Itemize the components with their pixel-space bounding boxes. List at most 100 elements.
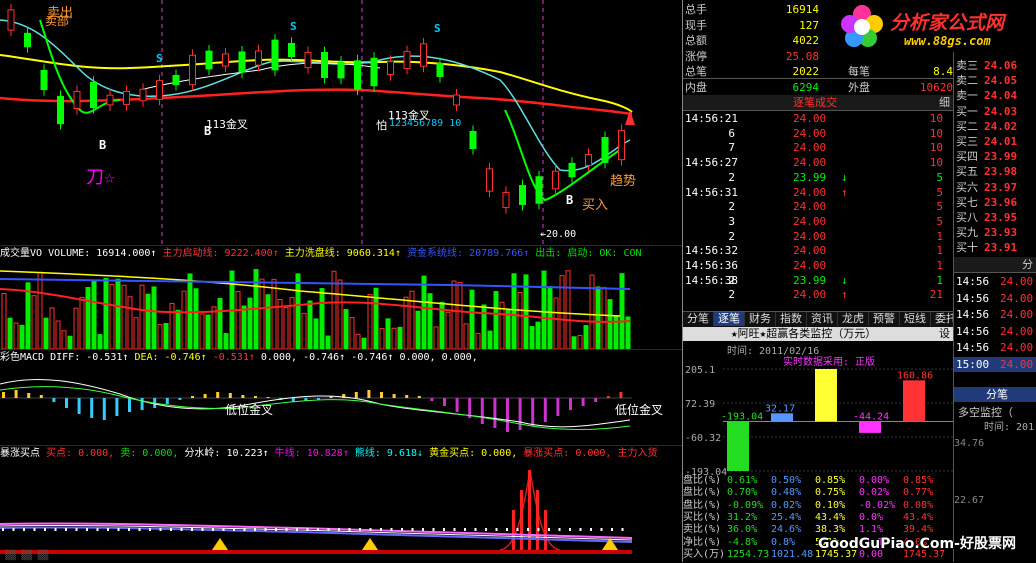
- volume-value: VOLUME: 16914.000↑: [48, 248, 157, 259]
- side-fenbi-bar[interactable]: 分笔: [954, 387, 1036, 402]
- dot-mark: [233, 528, 235, 531]
- tick-price: 24.00: [793, 288, 827, 302]
- macd-bar: [543, 398, 547, 422]
- dot-mark: [96, 528, 99, 531]
- order-book-row: 买八 23.95: [954, 210, 1036, 225]
- tick-volume: 10: [929, 126, 943, 140]
- candle-body: [519, 185, 526, 205]
- low-golden-cross: 低位金叉: [615, 403, 664, 417]
- flower-logo-icon: [841, 5, 883, 47]
- volume-bar: [175, 309, 181, 349]
- watermark-bottom: ▒▒ ▒▒ ▒▒: [5, 551, 49, 561]
- volume-bar: [511, 273, 517, 349]
- wash-line-value: 主力洗盘线: 9060.314↑: [284, 248, 401, 259]
- dot-mark: [464, 528, 466, 531]
- monitor-settings[interactable]: 设: [939, 327, 950, 341]
- main-kline-panel[interactable]: 卖出 卖部 刀☆ 113金叉 113金叉 123456789 10 怕 B B …: [0, 0, 682, 244]
- tick-volume: 1: [936, 273, 943, 287]
- monitor-stat-value: 31.2%: [727, 511, 758, 523]
- monitor-stat-row: 买比(%) 31.2% 25.4% 43.4% 0.0% 43.4%: [683, 512, 953, 524]
- tick-row: 14:56:32 24.00 1: [683, 243, 953, 258]
- tick-row: 14:56:31 24.00 ↑ 5: [683, 185, 953, 200]
- gold-buy-value: 黄金买点: 0.000,: [429, 448, 518, 459]
- dot-mark: [548, 528, 550, 531]
- volume-bar: [271, 278, 277, 349]
- tick-price: 24.00: [793, 244, 827, 258]
- main-entry-value: 主力入货: [617, 448, 658, 459]
- monitor-stat-value: 43.4%: [903, 511, 934, 523]
- monitor-panel[interactable]: ★阿旺★超赢各类监控（万元） 设 时间: 2011/02/16 实时数据采用: …: [683, 327, 953, 562]
- buy-point-value: 买点: 0.000,: [46, 448, 115, 459]
- monitor-stat-value: 0.02%: [771, 499, 802, 511]
- volume-bar: [295, 273, 301, 349]
- buy-marker-icon: [212, 538, 228, 550]
- order-price: 24.04: [984, 89, 1018, 103]
- candle-body: [73, 90, 81, 110]
- tab-fenbi[interactable]: 分笔: [683, 312, 714, 326]
- monitor-bar-label: 32.17: [765, 403, 795, 414]
- volume-bar: [595, 286, 601, 349]
- volume-bar: [49, 307, 55, 349]
- brand-logo: 分析家公式网 www.88gs.com: [838, 2, 1036, 52]
- macd-bar: [39, 395, 43, 398]
- side-row: 14:56 24.00: [954, 340, 1036, 355]
- volume-bar: [535, 321, 541, 349]
- dot-mark: [474, 528, 477, 531]
- volume-bar: [139, 284, 145, 349]
- macd-value: -0.746↑: [351, 352, 394, 363]
- macd-bar: [203, 394, 207, 398]
- bull-line-value: 牛线: 10.828↑: [274, 448, 349, 459]
- buy-signal: B: [566, 193, 574, 207]
- surge-buy-panel[interactable]: 暴涨买点 买点: 0.000, 卖: 0.000, 分水岭: 10.223↑ 牛…: [0, 445, 682, 563]
- candle-body: [24, 32, 31, 48]
- volume-bar: [397, 326, 403, 349]
- side-row: 14:56 24.00: [954, 307, 1036, 322]
- tab-short-term[interactable]: 短线: [900, 312, 931, 326]
- tab-dragon-tiger[interactable]: 龙虎: [838, 312, 869, 326]
- volume-bar: [151, 286, 157, 349]
- dot-mark: [506, 528, 508, 531]
- macd-bar: [531, 398, 535, 426]
- indicator-name: 成交量VO: [0, 248, 43, 259]
- tab-commission[interactable]: 委托: [931, 312, 953, 326]
- monitor-bar: [903, 380, 925, 422]
- volume-panel[interactable]: 成交量VO VOLUME: 16914.000↑ 主力启动线: 9222.400…: [0, 245, 682, 349]
- monitor-bar: [815, 369, 837, 422]
- candle-body: [238, 51, 246, 73]
- tick-time: 14:56:32: [685, 244, 738, 258]
- volume-bar: [145, 293, 151, 349]
- quote-value: 8.4: [933, 65, 953, 78]
- tick-volume: 10: [929, 112, 943, 125]
- tab-alert[interactable]: 预警: [869, 312, 900, 326]
- macd-bar: [506, 398, 509, 432]
- monitor-stat-label: 买比(%): [683, 511, 722, 523]
- tab-zhubi[interactable]: 逐笔: [714, 312, 745, 326]
- order-book-row: 买二 24.02: [954, 119, 1036, 134]
- order-book-row: 卖三 24.06: [954, 58, 1036, 73]
- dot-mark: [611, 528, 613, 531]
- detail-tabs[interactable]: 分笔逐笔财务指数资讯龙虎预警短线委托: [683, 311, 953, 328]
- quote-value: 10620: [919, 80, 953, 94]
- candle-body: [90, 81, 97, 109]
- volume-bar: [421, 275, 427, 349]
- dot-mark: [254, 528, 256, 531]
- monitor-stat-label: 净比(%): [683, 536, 722, 548]
- dot-mark: [128, 528, 130, 531]
- monitor-stat-value: 0.02%: [859, 487, 890, 499]
- tab-finance[interactable]: 财务: [745, 312, 776, 326]
- indicator-name: 彩色MACD: [0, 352, 45, 363]
- tick-row: 6 24.00 10: [683, 126, 953, 141]
- tab-news[interactable]: 资讯: [807, 312, 838, 326]
- volume-bar: [169, 302, 175, 349]
- tick-volume: 1: [936, 229, 943, 243]
- macd-panel[interactable]: 彩色MACD DIFF: -0.531↑ DEA: -0.746↑ -0.531…: [0, 349, 682, 445]
- order-book-row: 卖一 24.04: [954, 88, 1036, 103]
- volume-bar: [121, 284, 127, 349]
- volume-bar: [109, 283, 115, 349]
- order-label: 买三: [956, 135, 978, 148]
- tab-index[interactable]: 指数: [776, 312, 807, 326]
- side-price: 24.00: [1000, 357, 1034, 371]
- macd-bar: [493, 398, 497, 428]
- site-watermark: GoodGuPiao.Com-好股票网: [818, 536, 1016, 552]
- tick-panel[interactable]: 逐笔成交 细 14:56:21 24.00 10 6 24.00 10 7 24.00 10 14…: [683, 95, 953, 310]
